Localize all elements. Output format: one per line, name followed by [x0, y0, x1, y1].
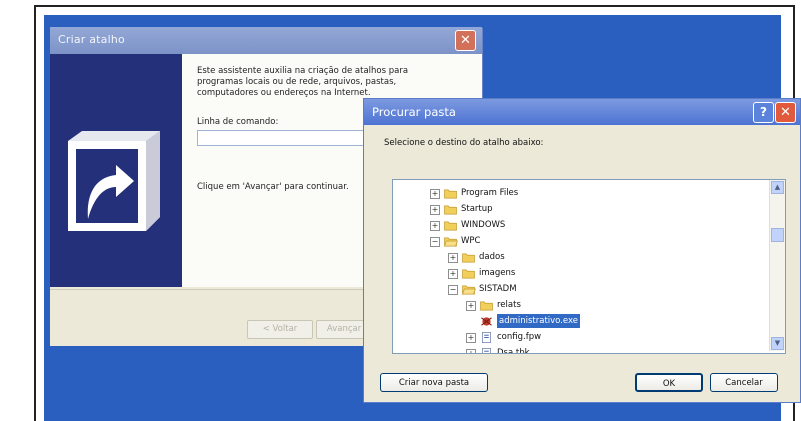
tree-item-label: administrativo.exe — [497, 314, 581, 328]
folder-icon — [444, 189, 457, 199]
tree-item[interactable]: − SISTADM — [448, 282, 748, 298]
folder-icon — [444, 205, 457, 215]
help-button[interactable]: ? — [753, 102, 774, 123]
file-icon — [482, 348, 491, 353]
back-button[interactable]: < Voltar — [247, 320, 313, 339]
expand-icon[interactable]: + — [466, 301, 476, 311]
folder-icon — [462, 269, 475, 279]
expand-icon[interactable]: + — [466, 349, 476, 353]
wizard-close-button[interactable]: ✕ — [455, 30, 476, 51]
expand-icon[interactable]: + — [430, 205, 440, 215]
folder-icon — [444, 221, 457, 231]
wizard-intro-text: Este assistente auxilia na criação de at… — [197, 66, 409, 98]
folder-tree[interactable]: + Dsa.tbk + config.fpw administrativo.exe + re… — [392, 179, 786, 354]
folder-open-icon — [462, 285, 476, 295]
tree-item-label: Dsa.tbk — [497, 348, 530, 354]
file-icon — [482, 332, 491, 343]
wizard-title-bar[interactable]: Criar atalho ✕ — [50, 27, 482, 54]
folder-open-icon — [444, 237, 458, 247]
folder-icon — [480, 301, 493, 311]
expand-icon[interactable]: + — [430, 189, 440, 199]
tree-item[interactable]: + Startup — [430, 202, 730, 218]
scroll-thumb[interactable] — [771, 228, 784, 242]
expand-icon[interactable]: + — [448, 253, 458, 263]
tree-item-label: relats — [497, 300, 521, 310]
tree-item-label: WINDOWS — [461, 220, 506, 230]
tree-item[interactable]: + imagens — [448, 266, 748, 282]
wizard-title: Criar atalho — [58, 33, 125, 46]
expand-icon[interactable]: + — [466, 333, 476, 343]
tree-item[interactable]: − WPC — [430, 234, 730, 250]
expand-icon[interactable]: + — [448, 269, 458, 279]
tree-item[interactable]: + config.fpw — [466, 330, 766, 346]
exe-file-icon — [481, 317, 492, 326]
tree-item-label: imagens — [479, 268, 516, 278]
tree-item-label: WPC — [461, 236, 481, 246]
command-line-label: Linha de comando: — [197, 117, 279, 127]
new-folder-button[interactable]: Criar nova pasta — [380, 373, 488, 392]
browse-folder-dialog: Procurar pasta ? ✕ Selecione o destino d… — [363, 98, 801, 403]
dialog-title-bar[interactable]: Procurar pasta ? ✕ — [364, 99, 800, 125]
wizard-hint-text: Clique em 'Avançar' para continuar. — [197, 182, 349, 192]
wizard-banner — [50, 54, 182, 287]
tree-item[interactable]: + Dsa.tbk — [466, 346, 766, 354]
tree-item[interactable]: + Program Files — [430, 186, 730, 202]
tree-item-label: SISTADM — [479, 284, 517, 294]
tree-item-label: config.fpw — [497, 332, 542, 342]
scroll-up-icon[interactable]: ▲ — [771, 181, 784, 194]
command-line-input[interactable] — [197, 130, 389, 146]
collapse-icon[interactable]: − — [448, 285, 458, 295]
expand-icon[interactable]: + — [430, 221, 440, 231]
dialog-close-button[interactable]: ✕ — [775, 102, 796, 123]
tree-item[interactable]: + relats — [466, 298, 766, 314]
tree-item[interactable]: + dados — [448, 250, 748, 266]
scroll-down-icon[interactable]: ▼ — [771, 337, 784, 350]
tree-item[interactable]: + WINDOWS — [430, 218, 730, 234]
ok-button[interactable]: OK — [635, 373, 703, 392]
tree-item-label: Startup — [461, 204, 493, 214]
tree-scrollbar[interactable]: ▲ ▼ — [769, 180, 785, 351]
shortcut-arrow-icon — [68, 131, 160, 231]
collapse-icon[interactable]: − — [430, 237, 440, 247]
tree-item[interactable]: administrativo.exe — [466, 314, 766, 330]
tree-item-label: Program Files — [461, 188, 519, 198]
tree-item-label: dados — [479, 252, 505, 262]
cancel-button[interactable]: Cancelar — [710, 373, 778, 392]
dialog-title: Procurar pasta — [372, 105, 456, 119]
dialog-prompt: Selecione o destino do atalho abaixo: — [384, 138, 544, 148]
folder-icon — [462, 253, 475, 263]
